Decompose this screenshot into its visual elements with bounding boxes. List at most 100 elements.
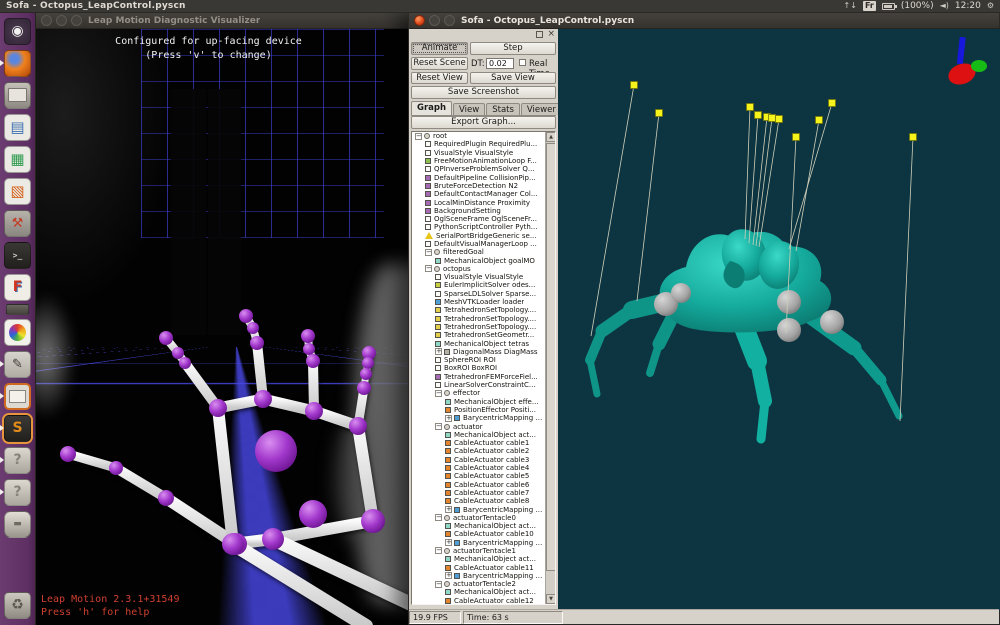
tree-item-cableactuator-cable3[interactable]: CableActuator cable3 [412, 456, 545, 464]
tree-item-tetrahedronsetgeometr[interactable]: TetrahedronSetGeometr... [412, 331, 545, 339]
dock-close-icon[interactable]: × [547, 31, 555, 38]
tree-item-backgroundsetting[interactable]: BackgroundSetting [412, 207, 545, 215]
tree-item-linearsolverconstraintc[interactable]: LinearSolverConstraintC... [412, 381, 545, 389]
tree-item-actuatortentacle2[interactable]: −actuatorTentacle2 [412, 580, 545, 588]
tree-item-effector[interactable]: −effector [412, 389, 545, 397]
tree-item-cableactuator-cable11[interactable]: CableActuator cable11 [412, 563, 545, 571]
tree-scrollbar[interactable]: ▲ ▼ [545, 132, 555, 604]
collapse-icon[interactable]: − [425, 249, 432, 256]
launcher-small-partial[interactable] [0, 303, 35, 316]
tree-item-actuatortentacle1[interactable]: −actuatorTentacle1 [412, 547, 545, 555]
tree-item-cableactuator-cable8[interactable]: CableActuator cable8 [412, 497, 545, 505]
launcher-system-tools[interactable]: ⚒ [0, 207, 35, 239]
expand-icon[interactable]: + [435, 348, 442, 355]
dt-input[interactable] [486, 58, 514, 69]
animate-button[interactable]: Animate [411, 42, 468, 55]
tree-item-meshvtkloader-loader[interactable]: MeshVTKLoader loader [412, 298, 545, 306]
tree-item-cableactuator-cable10[interactable]: CableActuator cable10 [412, 530, 545, 538]
tree-item-serialportbridgegeneric-se[interactable]: SerialPortBridgeGeneric se... [412, 232, 545, 240]
tree-item-barycentricmapping-b[interactable]: +BarycentricMapping B... [412, 539, 545, 547]
network-icon[interactable]: ↑↓ [844, 1, 857, 11]
tree-item-mechanicalobject-act[interactable]: MechanicalObject act... [412, 522, 545, 530]
tree-item-defaultpipeline-collisionpip[interactable]: DefaultPipeline CollisionPip... [412, 173, 545, 181]
real-time-checkbox[interactable] [519, 59, 526, 66]
tree-item-visualstyle-visualstyle[interactable]: VisualStyle VisualStyle [412, 149, 545, 157]
tree-item-actuator[interactable]: −actuator [412, 422, 545, 430]
tree-item-localmindistance-proximity[interactable]: LocalMinDistance Proximity [412, 198, 545, 206]
leap-close-button[interactable] [41, 15, 52, 26]
tree-item-cableactuator-cable7[interactable]: CableActuator cable7 [412, 489, 545, 497]
leap-minimize-button[interactable] [56, 15, 67, 26]
reset-scene-button[interactable]: Reset Scene [411, 57, 468, 70]
sofa-3d-viewport[interactable] [558, 29, 1000, 611]
tree-item-defaultvisualmanagerloop[interactable]: DefaultVisualManagerLoop ... [412, 240, 545, 248]
tree-item-octopus[interactable]: −octopus [412, 265, 545, 273]
sofa-titlebar[interactable]: Sofa - Octopus_LeapControl.pyscn [409, 13, 999, 29]
launcher-libreoffice-calc[interactable]: ▦ [0, 143, 35, 175]
launcher-sofa-launcher[interactable]: F [0, 271, 35, 303]
keyboard-layout-indicator[interactable]: Fr [863, 1, 876, 11]
tree-item-barycentricmapping-b[interactable]: +BarycentricMapping B... [412, 505, 545, 513]
tree-item-cableactuator-cable5[interactable]: CableActuator cable5 [412, 472, 545, 480]
tree-item-defaultcontactmanager-col[interactable]: DefaultContactManager Col... [412, 190, 545, 198]
launcher-terminal[interactable]: >_ [0, 239, 35, 271]
launcher-disk-utility[interactable]: ▬ [0, 508, 35, 540]
sofa-maximize-button[interactable] [444, 15, 455, 26]
tree-item-cableactuator-cable2[interactable]: CableActuator cable2 [412, 447, 545, 455]
save-screenshot-button[interactable]: Save Screenshot [411, 86, 556, 99]
tree-item-bruteforcedetection-n2[interactable]: BruteForceDetection N2 [412, 182, 545, 190]
launcher-archive-manager[interactable] [0, 380, 35, 412]
tree-item-cableactuator-cable12[interactable]: CableActuator cable12 [412, 597, 545, 604]
tab-stats[interactable]: Stats [486, 103, 520, 115]
tree-item-root[interactable]: −root [412, 132, 545, 140]
launcher-unknown-app-2[interactable]: ? [0, 476, 35, 508]
dock-float-icon[interactable] [536, 31, 543, 38]
launcher-libreoffice-impress[interactable]: ▧ [0, 175, 35, 207]
tree-item-mechanicalobject-act[interactable]: MechanicalObject act... [412, 588, 545, 596]
tree-item-positioneffector-positi[interactable]: PositionEffector Positi... [412, 406, 545, 414]
launcher-ubuntu-dash[interactable]: ◉ [0, 15, 35, 47]
launcher-trash[interactable]: ♻ [0, 589, 35, 621]
battery-icon[interactable] [882, 3, 895, 10]
session-gear-icon[interactable]: ⚙ [987, 1, 994, 11]
collapse-icon[interactable]: − [435, 581, 442, 588]
clock[interactable]: 12:20 [955, 1, 981, 11]
tree-item-cableactuator-cable6[interactable]: CableActuator cable6 [412, 480, 545, 488]
collapse-icon[interactable]: − [415, 133, 422, 140]
tree-item-boxroi-boxroi[interactable]: BoxROI BoxROI [412, 364, 545, 372]
tree-item-tetrahedronsettopology[interactable]: TetrahedronSetTopology.... [412, 306, 545, 314]
collapse-icon[interactable]: − [435, 547, 442, 554]
tree-item-barycentricmapping-b[interactable]: +BarycentricMapping B... [412, 572, 545, 580]
expand-icon[interactable]: + [445, 572, 452, 579]
export-graph-button[interactable]: Export Graph... [411, 116, 556, 129]
tree-item-oglsceneframe-oglscenefr[interactable]: OglSceneFrame OglSceneFr... [412, 215, 545, 223]
tab-viewer[interactable]: Viewer [521, 103, 562, 115]
tree-item-filteredgoal[interactable]: −filteredGoal [412, 248, 545, 256]
scroll-down-icon[interactable]: ▼ [546, 594, 556, 604]
tree-item-cableactuator-cable4[interactable]: CableActuator cable4 [412, 464, 545, 472]
launcher-firefox[interactable] [0, 47, 35, 79]
tree-item-mechanicalobject-act[interactable]: MechanicalObject act... [412, 555, 545, 563]
tab-view[interactable]: View [453, 103, 485, 115]
tree-item-tetrahedronfemforcefiel[interactable]: TetrahedronFEMForceFiel... [412, 373, 545, 381]
launcher-unknown-app-1[interactable]: ? [0, 444, 35, 476]
tree-item-qpinverseproblemsolver-q[interactable]: QPInverseProblemSolver Q... [412, 165, 545, 173]
tree-item-eulerimplicitsolver-odes[interactable]: EulerImplicitSolver odes... [412, 281, 545, 289]
tree-item-cableactuator-cable1[interactable]: CableActuator cable1 [412, 439, 545, 447]
expand-icon[interactable]: + [445, 415, 452, 422]
tree-item-requiredplugin-requiredplu[interactable]: RequiredPlugin RequiredPlu... [412, 140, 545, 148]
sofa-minimize-button[interactable] [429, 15, 440, 26]
tree-item-tetrahedronsettopology[interactable]: TetrahedronSetTopology.... [412, 315, 545, 323]
tree-item-visualstyle-visualstyle[interactable]: VisualStyle VisualStyle [412, 273, 545, 281]
tree-item-sphereroi-roi[interactable]: SphereROI ROI [412, 356, 545, 364]
tree-item-sparseldlsolver-sparse[interactable]: SparseLDLSolver Sparse... [412, 290, 545, 298]
leap-maximize-button[interactable] [71, 15, 82, 26]
leap-titlebar[interactable]: Leap Motion Diagnostic Visualizer [36, 13, 409, 29]
reset-view-button[interactable]: Reset View [411, 72, 468, 84]
expand-icon[interactable]: + [445, 506, 452, 513]
tree-item-diagonalmass-diagmass[interactable]: +DiagonalMass DiagMass [412, 348, 545, 356]
launcher-color-wheel[interactable] [0, 316, 35, 348]
leap-3d-viewport[interactable]: Configured for up-facing device (Press '… [36, 29, 409, 625]
tree-item-pythonscriptcontroller-pyth[interactable]: PythonScriptController Pyth... [412, 223, 545, 231]
collapse-icon[interactable]: − [425, 265, 432, 272]
